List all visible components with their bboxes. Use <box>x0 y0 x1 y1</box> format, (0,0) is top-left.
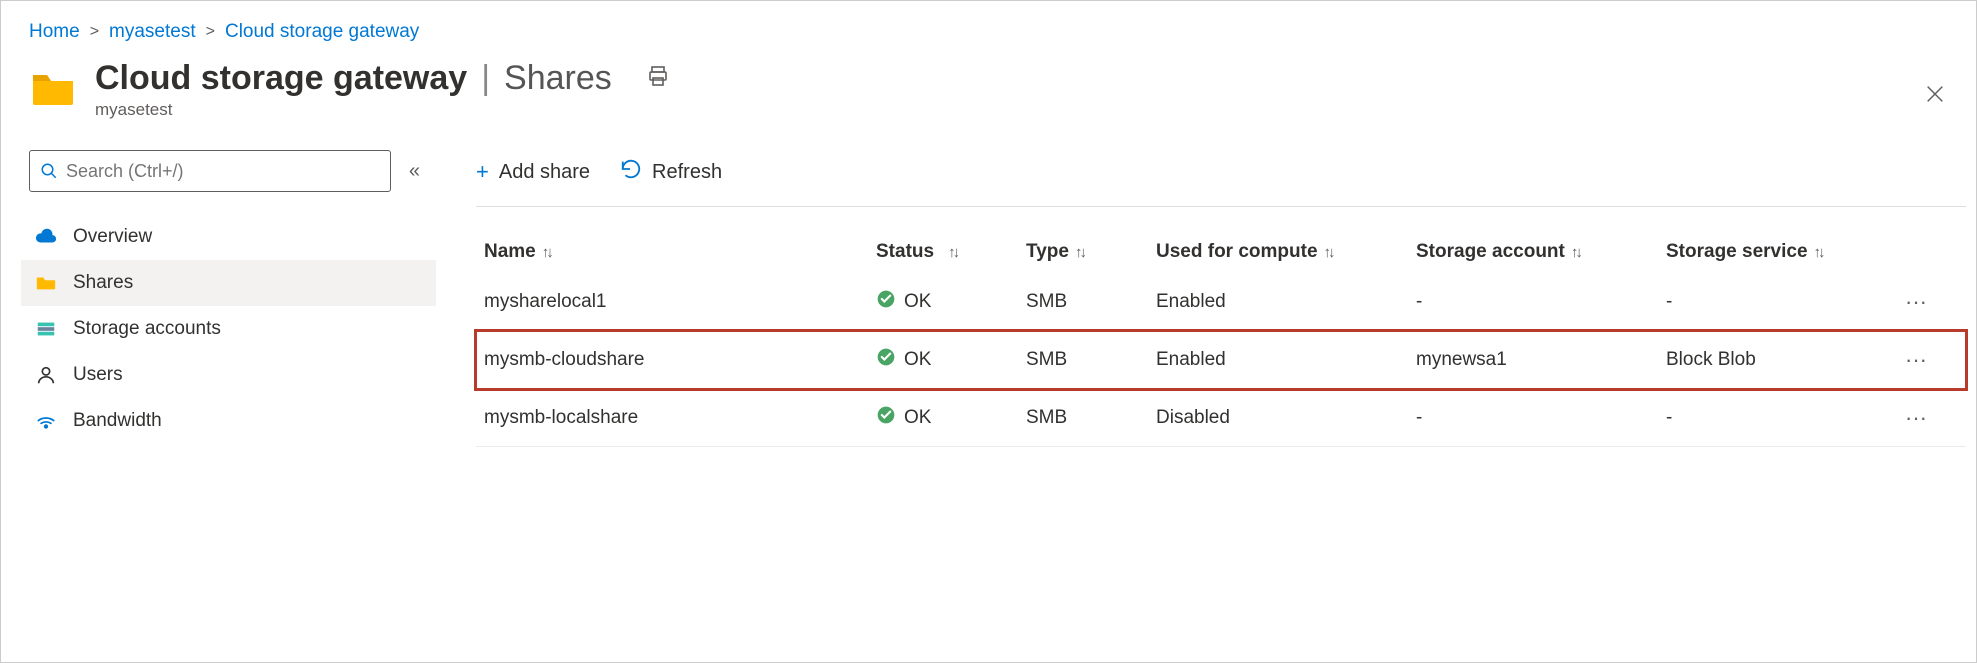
cell-account: - <box>1416 291 1666 313</box>
sidebar-item-bandwidth[interactable]: Bandwidth <box>21 398 436 444</box>
cloud-icon <box>35 226 57 248</box>
sort-icon: ↑↓ <box>1814 244 1823 261</box>
ok-icon <box>876 405 896 431</box>
sidebar-item-overview[interactable]: Overview <box>21 214 436 260</box>
search-field[interactable] <box>66 161 380 182</box>
cell-compute: Enabled <box>1156 291 1416 313</box>
cell-type: SMB <box>1026 349 1156 371</box>
toolbar: + Add share Refresh <box>476 150 1966 194</box>
folder-icon <box>35 272 57 294</box>
cell-name[interactable]: mysharelocal1 <box>476 291 876 313</box>
add-share-button[interactable]: + Add share <box>476 159 590 185</box>
cell-compute: Disabled <box>1156 407 1416 429</box>
cell-status: OK <box>876 405 1026 431</box>
breadcrumb-resource[interactable]: myasetest <box>109 21 196 43</box>
refresh-button[interactable]: Refresh <box>620 158 722 186</box>
breadcrumb: Home > myasetest > Cloud storage gateway <box>1 1 1976 53</box>
col-header-name[interactable]: Name↑↓ <box>476 241 876 263</box>
sort-icon: ↑↓ <box>1075 244 1084 261</box>
search-input[interactable] <box>29 150 391 192</box>
col-header-compute[interactable]: Used for compute↑↓ <box>1156 241 1416 263</box>
refresh-icon <box>620 158 642 186</box>
cell-compute: Enabled <box>1156 349 1416 371</box>
cell-account: - <box>1416 407 1666 429</box>
sidebar-item-shares[interactable]: Shares <box>21 260 436 306</box>
cell-service: Block Blob <box>1666 349 1886 371</box>
row-menu-button[interactable]: ··· <box>1886 289 1946 315</box>
row-menu-button[interactable]: ··· <box>1886 405 1946 431</box>
divider <box>476 206 1966 207</box>
chevron-right-icon: > <box>206 23 215 41</box>
row-menu-button[interactable]: ··· <box>1886 347 1946 373</box>
sidebar-item-label: Shares <box>73 272 133 294</box>
page-section: Shares <box>504 59 612 98</box>
cell-status: OK <box>876 289 1026 315</box>
chevron-right-icon: > <box>90 23 99 41</box>
table-header: Name↑↓ Status↑↓ Type↑↓ Used for compute↑… <box>476 231 1966 273</box>
sidebar-item-storage-accounts[interactable]: Storage accounts <box>21 306 436 352</box>
sidebar-item-label: Overview <box>73 226 152 248</box>
table-row[interactable]: mysharelocal1OKSMBEnabled--··· <box>476 273 1966 331</box>
table-row[interactable]: mysmb-cloudshareOKSMBEnabledmynewsa1Bloc… <box>476 331 1966 389</box>
page-title: Cloud storage gateway <box>95 59 467 98</box>
page-header: Cloud storage gateway | Shares myasetest <box>1 53 1976 120</box>
col-header-account[interactable]: Storage account↑↓ <box>1416 241 1666 263</box>
page-subtitle: myasetest <box>95 100 670 120</box>
print-icon[interactable] <box>646 64 670 94</box>
cell-service: - <box>1666 407 1886 429</box>
cell-name[interactable]: mysmb-cloudshare <box>476 349 876 371</box>
plus-icon: + <box>476 159 489 185</box>
col-header-type[interactable]: Type↑↓ <box>1026 241 1156 263</box>
sidebar-item-label: Storage accounts <box>73 318 221 340</box>
col-header-status[interactable]: Status↑↓ <box>876 241 1026 263</box>
cell-service: - <box>1666 291 1886 313</box>
sidebar: « Overview Shares Storage accounts Users <box>1 150 436 447</box>
ok-icon <box>876 289 896 315</box>
cell-status: OK <box>876 347 1026 373</box>
sort-icon: ↑↓ <box>542 244 551 261</box>
sidebar-nav: Overview Shares Storage accounts Users B… <box>21 214 436 444</box>
toolbar-label: Add share <box>499 161 590 184</box>
collapse-sidebar-button[interactable]: « <box>403 154 426 189</box>
cell-name[interactable]: mysmb-localshare <box>476 407 876 429</box>
breadcrumb-page[interactable]: Cloud storage gateway <box>225 21 419 43</box>
sidebar-item-label: Bandwidth <box>73 410 162 432</box>
main-content: + Add share Refresh Name↑↓ Status↑↓ Type… <box>436 150 1976 447</box>
cell-type: SMB <box>1026 407 1156 429</box>
user-icon <box>35 364 57 386</box>
table-row[interactable]: mysmb-localshareOKSMBDisabled--··· <box>476 389 1966 447</box>
col-header-service[interactable]: Storage service↑↓ <box>1666 241 1886 263</box>
sort-icon: ↑↓ <box>948 244 957 261</box>
cell-account: mynewsa1 <box>1416 349 1666 371</box>
sort-icon: ↑↓ <box>1571 244 1580 261</box>
folder-icon <box>29 65 77 113</box>
bandwidth-icon <box>35 410 57 432</box>
search-icon <box>40 162 58 180</box>
sidebar-item-label: Users <box>73 364 123 386</box>
breadcrumb-home[interactable]: Home <box>29 21 80 43</box>
title-divider: | <box>481 59 490 98</box>
cell-type: SMB <box>1026 291 1156 313</box>
sidebar-item-users[interactable]: Users <box>21 352 436 398</box>
close-button[interactable] <box>1924 81 1946 112</box>
toolbar-label: Refresh <box>652 161 722 184</box>
sort-icon: ↑↓ <box>1324 244 1333 261</box>
shares-table: Name↑↓ Status↑↓ Type↑↓ Used for compute↑… <box>476 231 1966 447</box>
storage-icon <box>35 318 57 340</box>
ok-icon <box>876 347 896 373</box>
